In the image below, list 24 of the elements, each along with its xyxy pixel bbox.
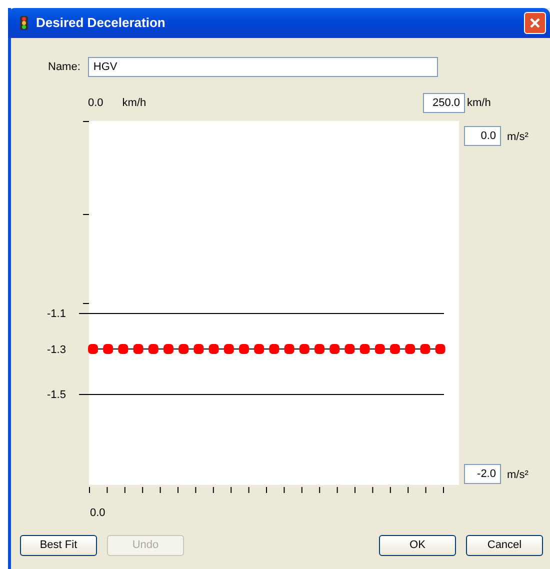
unit-label: km/h [122,96,146,111]
dialog-button[interactable]: Best Fit [20,535,97,556]
unit-label: km/h [467,96,492,111]
speed-max-field[interactable]: 250.0 [423,93,465,113]
close-icon [529,17,541,29]
data-points[interactable] [88,344,446,354]
tick-mark [83,121,89,122]
window-title: Desired Deceleration [36,14,166,32]
speed-min-label: 0.0 [88,96,104,111]
line-label: -1.1 [47,307,66,322]
name-field[interactable]: HGV [88,57,438,77]
unit-label: m/s² [507,468,528,483]
close-button[interactable] [524,12,546,34]
line-label: -1.3 [47,343,66,358]
speed-axis-label: 0.0 [90,506,106,521]
dialog-button[interactable]: Cancel [466,535,543,556]
unit-label: m/s² [507,130,528,145]
tick-mark [83,303,89,304]
line-label: -1.5 [47,388,66,403]
dialog-button[interactable]: OK [379,535,456,556]
decel-max-field[interactable]: 0.0 [464,126,501,146]
name-label: Name: [48,60,80,75]
tick-mark [83,214,89,215]
decel-min-field[interactable]: -2.0 [464,464,501,484]
